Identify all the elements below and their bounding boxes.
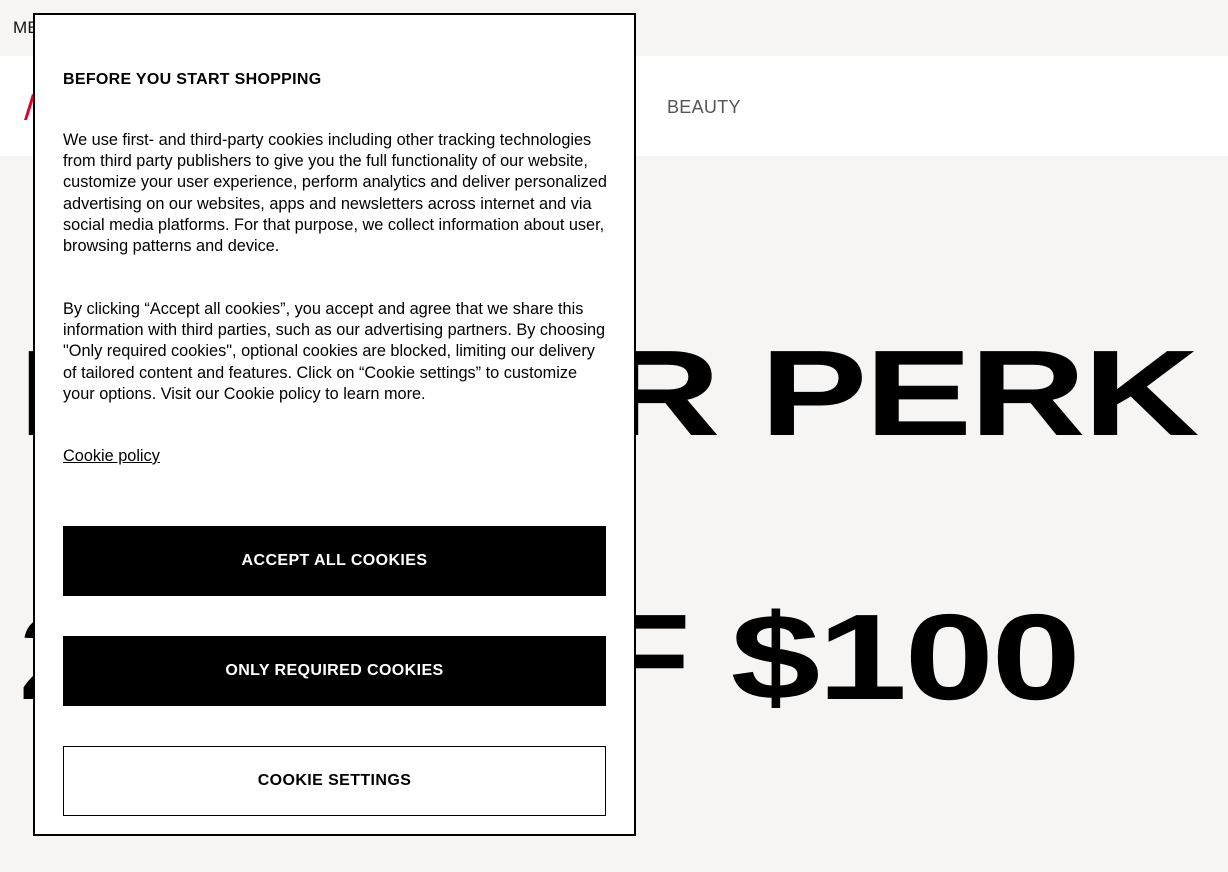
cookie-consent-dialog: BEFORE YOU START SHOPPING We use first- …: [33, 13, 636, 836]
cookie-policy-link[interactable]: Cookie policy: [63, 447, 160, 466]
cookie-settings-button[interactable]: COOKIE SETTINGS: [63, 746, 606, 816]
cookie-description: We use first- and third-party cookies in…: [63, 131, 607, 256]
cookie-consent-explanation: By clicking “Accept all cookies”, you ac…: [63, 300, 606, 403]
dialog-title: BEFORE YOU START SHOPPING: [63, 71, 322, 88]
only-required-cookies-button[interactable]: ONLY REQUIRED COOKIES: [63, 636, 606, 706]
accept-all-cookies-button[interactable]: ACCEPT ALL COOKIES: [63, 526, 606, 596]
nav-item-beauty[interactable]: BEAUTY: [667, 97, 741, 118]
